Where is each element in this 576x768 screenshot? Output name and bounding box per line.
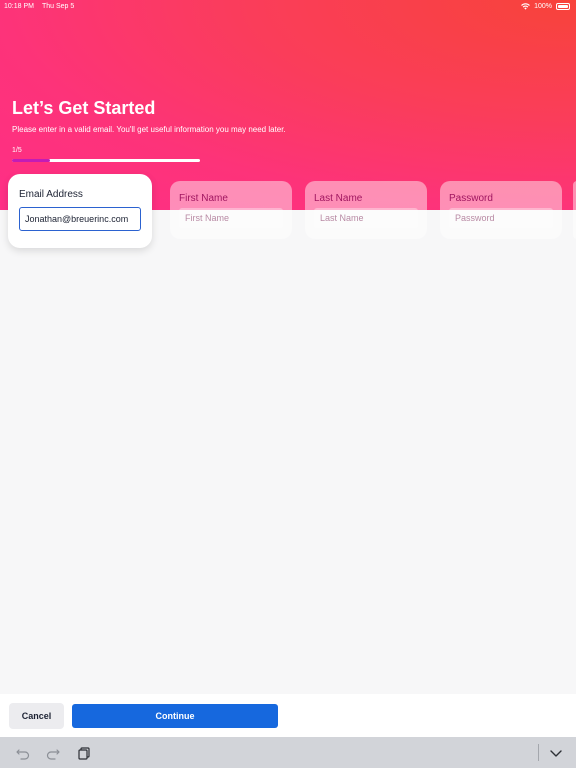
email-card: Email Address	[8, 174, 152, 248]
status-bar: 10:18 PM Thu Sep 5 100%	[0, 0, 576, 12]
last-name-label: Last Name	[314, 193, 363, 204]
first-name-field[interactable]: First Name	[179, 208, 283, 228]
progress-bar	[12, 159, 200, 162]
password-field[interactable]: Password	[449, 208, 553, 228]
battery-icon	[556, 2, 570, 10]
undo-icon[interactable]	[15, 745, 31, 761]
progress-bar-fill	[12, 159, 50, 162]
redo-icon[interactable]	[45, 745, 61, 761]
wifi-icon	[521, 2, 530, 10]
first-name-label: First Name	[179, 193, 228, 204]
step-indicator: 1/5	[12, 147, 22, 154]
status-time: 10:18 PM	[4, 2, 34, 10]
page-title: Let’s Get Started	[12, 98, 156, 118]
email-label: Email Address	[19, 189, 83, 200]
status-date: Thu Sep 5	[41, 2, 75, 10]
cancel-button[interactable]: Cancel	[9, 703, 64, 729]
first-name-card[interactable]: First Name First Name	[170, 181, 292, 239]
password-card[interactable]: Password Password	[440, 181, 562, 239]
chevron-down-icon[interactable]	[548, 745, 564, 761]
battery-percent: 100%	[534, 2, 552, 10]
last-name-card[interactable]: Last Name Last Name	[305, 181, 427, 239]
footer: Cancel Continue	[0, 694, 576, 737]
last-name-field[interactable]: Last Name	[314, 208, 418, 228]
paste-icon[interactable]	[76, 745, 92, 761]
continue-button[interactable]: Continue	[72, 704, 278, 728]
email-field[interactable]	[19, 207, 141, 231]
keyboard-shortcut-bar	[0, 737, 576, 768]
password-label: Password	[449, 193, 493, 204]
page-subtitle: Please enter in a valid email. You'll ge…	[12, 125, 286, 134]
keyboard-bar-divider	[538, 744, 539, 761]
